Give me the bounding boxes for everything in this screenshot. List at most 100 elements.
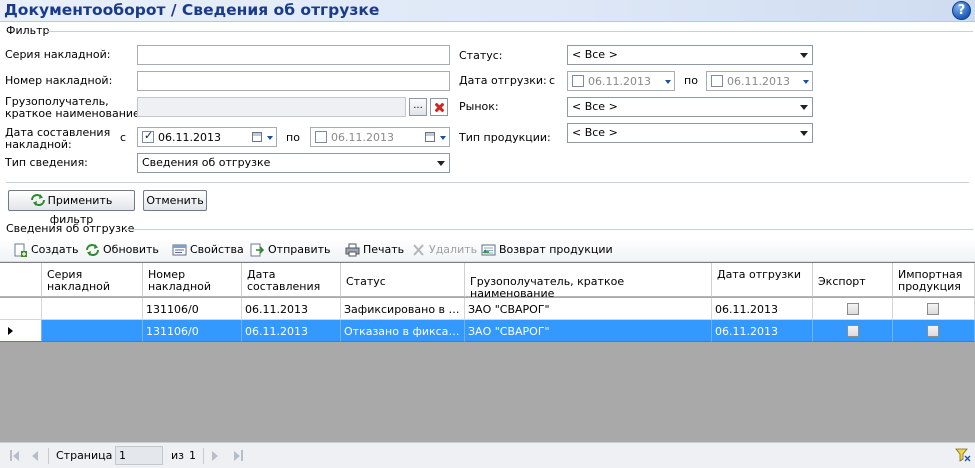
header-series[interactable]: Серия накладной bbox=[42, 263, 143, 297]
toolbar: Создать Обновить Свойства Отправить Печа… bbox=[0, 238, 975, 262]
print-button[interactable]: Печать bbox=[345, 241, 405, 259]
import-checkbox[interactable] bbox=[927, 303, 939, 315]
consignee-clear-icon[interactable] bbox=[430, 98, 448, 116]
status-select[interactable]: < Все > bbox=[567, 45, 813, 65]
first-page-icon[interactable] bbox=[13, 451, 19, 461]
doc-date-to-picker[interactable]: 06.11.2013 bbox=[310, 127, 450, 147]
cell-ship-date: 06.11.2013 bbox=[712, 298, 813, 320]
cell-doc-date: 06.11.2013 bbox=[242, 320, 341, 342]
pager-separator bbox=[203, 448, 204, 464]
row-indicator bbox=[0, 298, 42, 320]
ship-date-to-prefix: по bbox=[684, 74, 698, 87]
header-doc-date[interactable]: Дата составления bbox=[242, 263, 341, 297]
first-page-bar bbox=[10, 450, 12, 461]
properties-icon bbox=[172, 244, 187, 256]
doc-date-label-line2: накладной: bbox=[5, 138, 72, 151]
last-page-icon[interactable] bbox=[234, 451, 240, 461]
chevron-down-icon bbox=[267, 136, 273, 140]
series-input[interactable] bbox=[137, 45, 450, 65]
doc-date-to-value: 06.11.2013 bbox=[331, 131, 394, 144]
header-export[interactable]: Экспорт bbox=[813, 263, 893, 297]
of-label: из bbox=[171, 449, 184, 462]
calendar-icon bbox=[425, 132, 435, 142]
doc-date-to-checkbox[interactable] bbox=[315, 131, 327, 143]
create-button[interactable]: Создать bbox=[13, 241, 79, 259]
header-number[interactable]: Номер накладной bbox=[143, 263, 242, 297]
market-select[interactable]: < Все > bbox=[567, 97, 813, 117]
header-import[interactable]: Импортная продукция bbox=[893, 263, 975, 297]
market-label: Рынок: bbox=[459, 100, 499, 113]
properties-button[interactable]: Свойства bbox=[172, 241, 244, 259]
shipments-grid: Серия накладной Номер накладной Дата сос… bbox=[0, 262, 975, 442]
cell-number: 131106/0 bbox=[143, 298, 242, 320]
product-type-value: < Все > bbox=[572, 126, 618, 139]
table-row-selected[interactable]: 131106/0 06.11.2013 Отказано в фиксации … bbox=[0, 320, 975, 342]
prev-page-icon[interactable] bbox=[32, 451, 38, 461]
header-ship-date[interactable]: Дата отгрузки bbox=[712, 263, 813, 297]
header-status[interactable]: Статус bbox=[341, 263, 465, 297]
cell-number: 131106/0 bbox=[143, 320, 242, 342]
filter-group-label: Фильтр bbox=[6, 24, 50, 37]
consignee-browse-button[interactable]: ... bbox=[409, 98, 427, 116]
next-page-icon[interactable] bbox=[212, 451, 218, 461]
row-indicator bbox=[0, 320, 42, 342]
refresh-button[interactable]: Обновить bbox=[85, 241, 161, 259]
cell-series bbox=[42, 320, 143, 342]
cell-import bbox=[893, 320, 975, 342]
cell-import bbox=[893, 298, 975, 320]
cell-export bbox=[813, 320, 893, 342]
product-type-label: Тип продукции: bbox=[459, 131, 551, 144]
section-divider bbox=[124, 229, 973, 230]
send-button[interactable]: Отправить bbox=[250, 241, 331, 259]
chevron-down-icon bbox=[800, 131, 808, 136]
doc-date-from-picker[interactable]: 06.11.2013 bbox=[137, 127, 277, 147]
filter-settings-icon[interactable] bbox=[955, 448, 971, 463]
properties-label: Свойства bbox=[190, 243, 244, 256]
ship-date-to-checkbox[interactable] bbox=[711, 75, 723, 87]
apply-filter-button[interactable]: Применить фильтр bbox=[8, 190, 135, 226]
cell-consignee: ЗАО "СВАРОГ" bbox=[465, 298, 712, 320]
product-type-select[interactable]: < Все > bbox=[567, 123, 813, 143]
cell-series bbox=[42, 298, 143, 320]
refresh-icon bbox=[86, 244, 99, 256]
info-type-select[interactable]: Сведения об отгрузке bbox=[137, 153, 450, 173]
header-consignee[interactable]: Грузополучатель, краткое наименование bbox=[465, 263, 712, 300]
calendar-icon bbox=[252, 132, 262, 142]
pager-separator bbox=[48, 448, 49, 464]
ship-date-to-value: 06.11.2013 bbox=[727, 75, 790, 88]
grid-header: Серия накладной Номер накладной Дата сос… bbox=[0, 263, 975, 300]
ship-date-to-picker[interactable]: 06.11.2013 bbox=[706, 71, 813, 91]
doc-date-to-prefix: по bbox=[286, 131, 300, 144]
refresh-label: Обновить bbox=[103, 243, 159, 256]
return-products-button[interactable]: Возврат продукции bbox=[481, 241, 613, 259]
pager: Страница 1 из 1 bbox=[0, 442, 975, 468]
create-icon bbox=[14, 243, 27, 257]
chevron-down-icon bbox=[803, 80, 809, 84]
delete-button[interactable]: Удалить bbox=[411, 241, 477, 259]
export-checkbox[interactable] bbox=[847, 303, 859, 315]
ship-date-from-picker[interactable]: 06.11.2013 bbox=[567, 71, 675, 91]
doc-date-from-checkbox[interactable] bbox=[142, 129, 154, 143]
return-label: Возврат продукции bbox=[499, 243, 613, 256]
filter-bottom-divider bbox=[6, 182, 969, 183]
send-icon bbox=[250, 243, 265, 257]
send-label: Отправить bbox=[268, 243, 331, 256]
page-number-input[interactable]: 1 bbox=[115, 446, 163, 465]
number-input[interactable] bbox=[137, 71, 450, 91]
apply-filter-icon bbox=[30, 194, 45, 206]
printer-icon bbox=[345, 243, 360, 257]
import-checkbox[interactable] bbox=[927, 325, 939, 337]
help-icon[interactable]: ? bbox=[952, 1, 971, 20]
chevron-down-icon bbox=[437, 161, 445, 166]
status-label: Статус: bbox=[459, 49, 503, 62]
print-label: Печать bbox=[363, 243, 405, 256]
page-title: Документооборот / Сведения об отгрузке bbox=[4, 1, 380, 19]
page-number-value: 1 bbox=[119, 449, 126, 462]
export-checkbox[interactable] bbox=[847, 325, 859, 337]
table-row[interactable]: 131106/0 06.11.2013 Зафиксировано в ЕГАИ… bbox=[0, 298, 975, 320]
delete-label: Удалить bbox=[429, 243, 478, 256]
ship-date-from-checkbox[interactable] bbox=[572, 75, 584, 87]
title-bar: Документооборот / Сведения об отгрузке ? bbox=[0, 0, 975, 22]
cancel-filter-button[interactable]: Отменить bbox=[143, 190, 207, 211]
info-type-label: Тип сведения: bbox=[5, 156, 88, 169]
